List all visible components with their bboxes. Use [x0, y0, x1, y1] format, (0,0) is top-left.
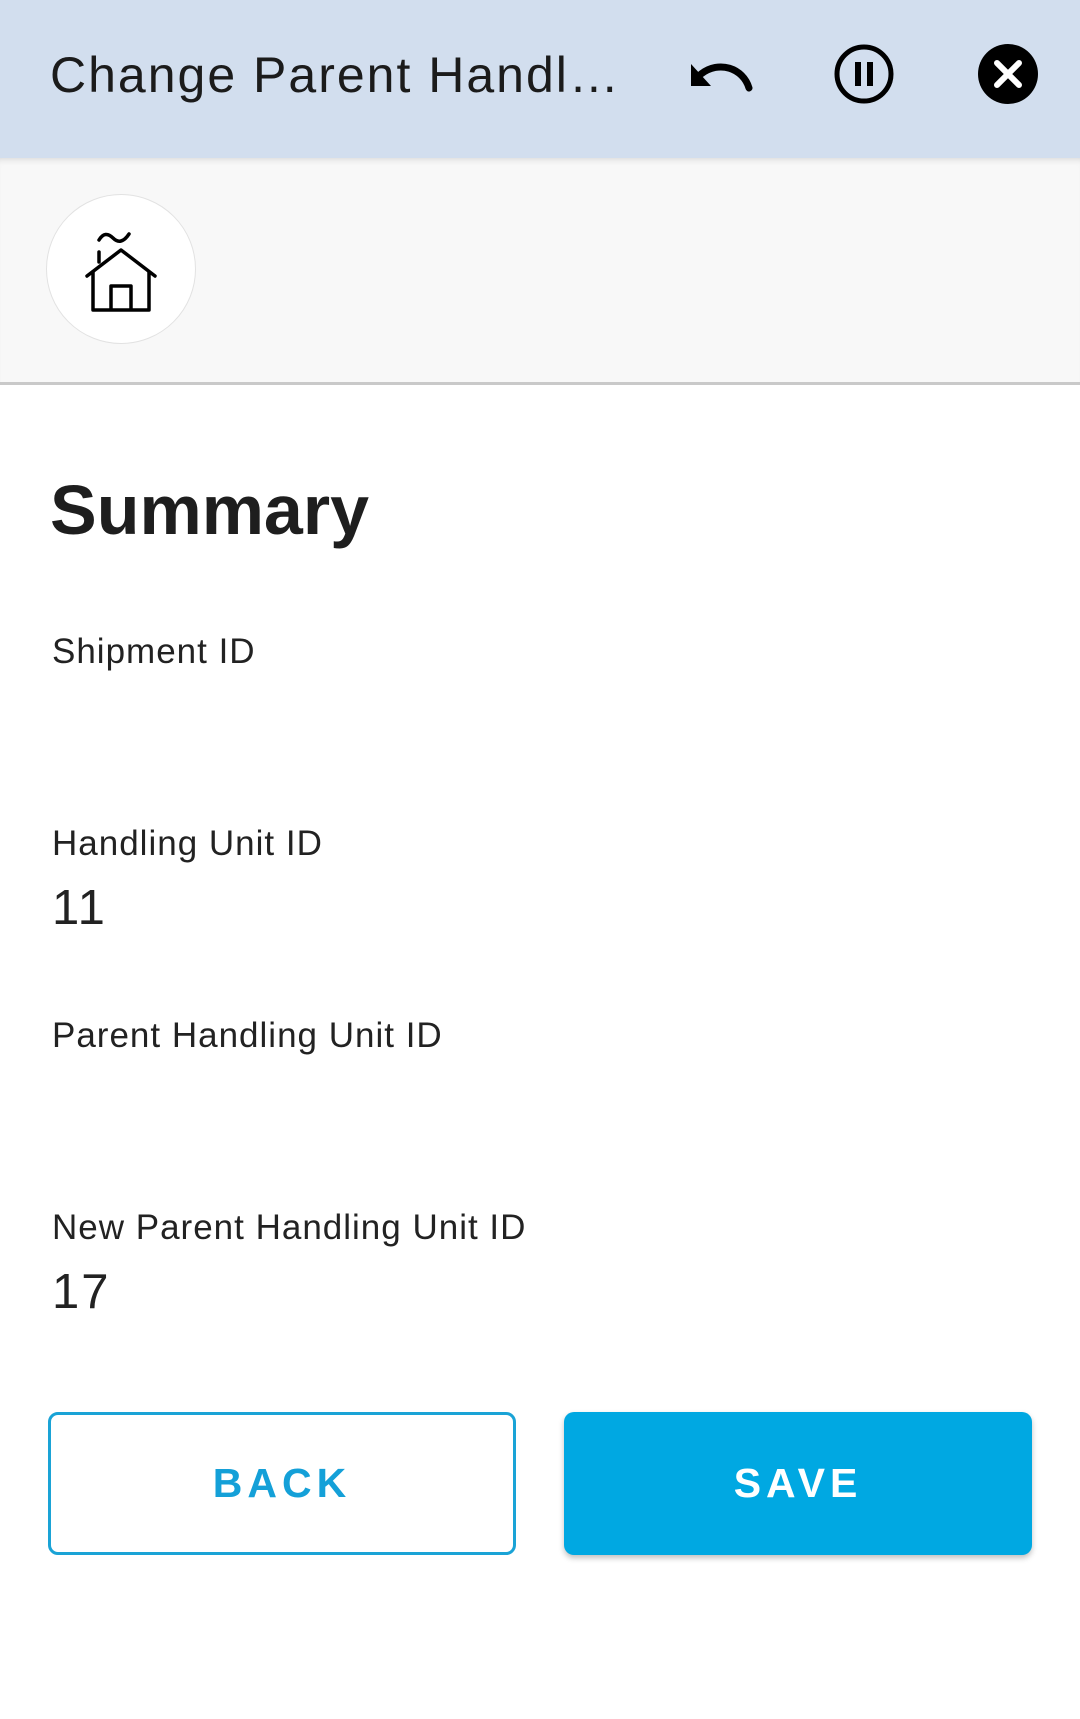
parent-handling-unit-id-label: Parent Handling Unit ID — [52, 1016, 443, 1055]
handling-unit-id-label: Handling Unit ID — [52, 824, 323, 863]
pause-circle-icon — [834, 44, 894, 104]
undo-icon — [691, 63, 753, 92]
save-button[interactable]: SAVE — [564, 1412, 1032, 1555]
undo-button[interactable] — [680, 34, 760, 114]
pause-button[interactable] — [824, 34, 904, 114]
back-button-label: BACK — [212, 1460, 352, 1506]
home-button[interactable] — [46, 194, 196, 344]
summary-heading: Summary — [50, 471, 370, 549]
home-icon — [85, 232, 157, 312]
shipment-id-label: Shipment ID — [52, 632, 256, 671]
new-parent-handling-unit-id-value: 17 — [52, 1265, 111, 1319]
navigation-bar — [0, 158, 1080, 385]
top-app-bar: Change Parent Handling Unit — [0, 0, 1080, 158]
back-button[interactable]: BACK — [48, 1412, 516, 1555]
handling-unit-id-value: 11 — [52, 881, 107, 935]
new-parent-handling-unit-id-label: New Parent Handling Unit ID — [52, 1208, 527, 1247]
close-button[interactable] — [968, 34, 1048, 114]
close-circle-icon — [978, 44, 1038, 104]
save-button-label: SAVE — [733, 1460, 863, 1506]
page-title: Change Parent Handling Unit — [50, 47, 620, 103]
